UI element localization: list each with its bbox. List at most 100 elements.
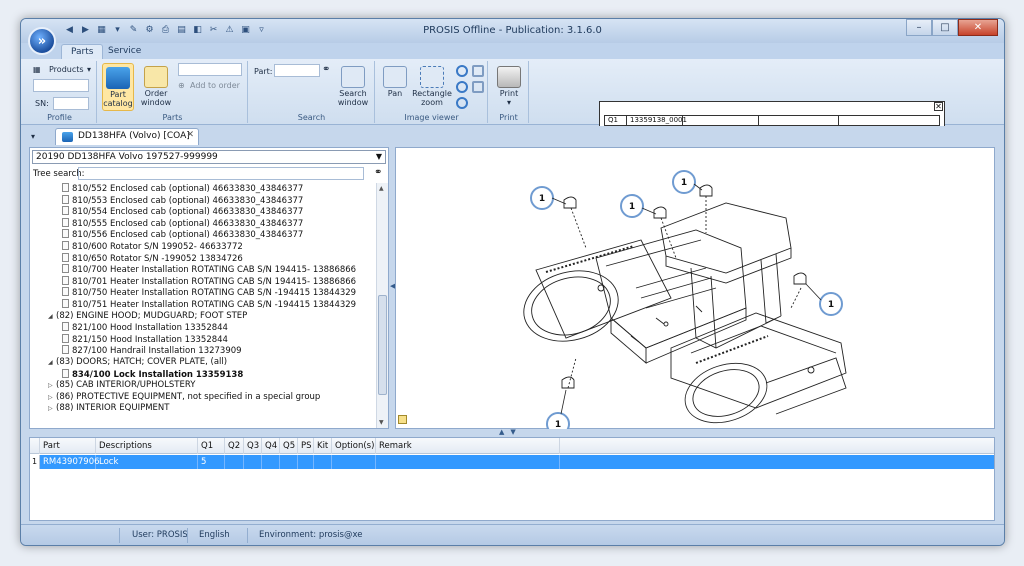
- document-icon: [62, 368, 69, 378]
- tree-item[interactable]: ◢ (82) ENGINE HOOD; MUDGUARD; FOOT STEP: [32, 311, 376, 323]
- tree-item[interactable]: 821/150 Hood Installation 13352844: [32, 333, 376, 346]
- close-icon[interactable]: ✕: [934, 102, 943, 111]
- tab-menu-icon[interactable]: ▾: [31, 132, 35, 141]
- binoculars-icon[interactable]: ⚭: [374, 167, 382, 178]
- col-options[interactable]: Option(s): [332, 438, 376, 454]
- pan-button[interactable]: Pan: [380, 63, 410, 111]
- catalog-tree[interactable]: 810/552 Enclosed cab (optional) 46633830…: [32, 183, 376, 428]
- close-button[interactable]: ✕: [958, 19, 998, 36]
- table-row[interactable]: RM43907906 Lock 5: [30, 455, 994, 469]
- grid-corner: [30, 438, 40, 454]
- order-window-button[interactable]: Order window: [138, 63, 174, 111]
- tab-service[interactable]: Service: [99, 44, 150, 59]
- rectangle-zoom-button[interactable]: Rectangle zoom: [412, 63, 452, 111]
- search-window-button[interactable]: Search window: [335, 63, 371, 111]
- tree-item[interactable]: ▷ (85) CAB INTERIOR/UPHOLSTERY: [32, 380, 376, 392]
- image-viewer-group-label: Image viewer: [404, 113, 459, 122]
- document-icon: [62, 206, 69, 216]
- tree-item[interactable]: 810/554 Enclosed cab (optional) 46633830…: [32, 206, 376, 218]
- scroll-up-icon[interactable]: ▲: [379, 185, 384, 192]
- tree-item[interactable]: 810/650 Rotator S/N -199052 13834726: [32, 252, 376, 265]
- callout-label[interactable]: 1: [539, 194, 545, 204]
- copy-icon[interactable]: [472, 65, 484, 77]
- close-tab-icon[interactable]: ✕: [186, 130, 194, 140]
- callout-label[interactable]: 1: [629, 202, 635, 212]
- cell-options: [332, 455, 376, 469]
- part-catalog-button[interactable]: Part catalog: [102, 63, 134, 111]
- tree-item-label: (88) INTERIOR EQUIPMENT: [56, 403, 170, 414]
- tree-item[interactable]: ▷ (88) INTERIOR EQUIPMENT: [32, 403, 376, 415]
- window-title: PROSIS Offline - Publication: 3.1.6.0: [423, 25, 602, 36]
- add-to-order-button[interactable]: Add to order: [190, 81, 240, 90]
- expanded-icon[interactable]: ◢: [48, 357, 56, 369]
- status-separator: [119, 528, 120, 543]
- tree-item[interactable]: 810/751 Heater Installation ROTATING CAB…: [32, 298, 376, 311]
- maximize-button[interactable]: □: [932, 19, 958, 36]
- product-field[interactable]: [33, 79, 89, 92]
- tree-item[interactable]: 810/750 Heater Installation ROTATING CAB…: [32, 287, 376, 299]
- tree-item[interactable]: 810/555 Enclosed cab (optional) 46633830…: [32, 217, 376, 230]
- col-q2[interactable]: Q2: [225, 438, 244, 454]
- tree-item[interactable]: 810/600 Rotator S/N 199052- 46633772: [32, 240, 376, 253]
- tree-item[interactable]: 827/100 Handrail Installation 13273909: [32, 345, 376, 357]
- products-button[interactable]: Products: [49, 65, 84, 74]
- col-ps[interactable]: PS: [298, 438, 314, 454]
- collapsed-icon[interactable]: ▷: [48, 392, 56, 404]
- cell-remark: [376, 455, 560, 469]
- part-number-row[interactable]: Q1 13359138_0001: [604, 115, 940, 126]
- cell-ps: [298, 455, 314, 469]
- collapsed-icon[interactable]: ▷: [48, 403, 56, 415]
- col-q3[interactable]: Q3: [244, 438, 262, 454]
- expanded-icon[interactable]: ◢: [48, 311, 56, 323]
- part-search-input[interactable]: [274, 64, 320, 77]
- collapse-arrows-icon[interactable]: ▲▼: [499, 428, 522, 436]
- print-button[interactable]: Print ▾: [493, 63, 525, 111]
- print-image-icon[interactable]: [472, 81, 484, 93]
- col-descriptions[interactable]: Descriptions: [96, 438, 198, 454]
- note-icon[interactable]: [398, 415, 407, 424]
- tree-item-label: 810/553 Enclosed cab (optional) 46633830…: [72, 195, 304, 206]
- scroll-thumb[interactable]: [378, 295, 387, 395]
- tree-item[interactable]: 810/552 Enclosed cab (optional) 46633830…: [32, 183, 376, 195]
- document-icon: [62, 298, 69, 308]
- scroll-down-icon[interactable]: ▼: [379, 419, 384, 426]
- order-select[interactable]: [178, 63, 242, 76]
- app-menu-button[interactable]: »: [28, 27, 56, 55]
- tree-item[interactable]: ◢ (83) DOORS; HATCH; COVER PLATE, (all): [32, 357, 376, 369]
- tree-item[interactable]: 810/700 Heater Installation ROTATING CAB…: [32, 264, 376, 276]
- col-part[interactable]: Part: [40, 438, 96, 454]
- tree-item[interactable]: ▷ (86) PROTECTIVE EQUIPMENT, not specifie…: [32, 392, 376, 404]
- chevron-down-icon: ▾: [506, 98, 511, 107]
- col-remark[interactable]: Remark: [376, 438, 560, 454]
- callout-label[interactable]: 1: [828, 300, 834, 310]
- model-select[interactable]: 20190 DD138HFA Volvo 197527-999999 ▼: [32, 150, 386, 164]
- col-q5[interactable]: Q5: [280, 438, 298, 454]
- tab-parts[interactable]: Parts: [61, 44, 104, 59]
- tree-item[interactable]: 821/100 Hood Installation 13352844: [32, 322, 376, 334]
- binoculars-icon[interactable]: ⚭: [322, 64, 330, 75]
- zoom-out-icon[interactable]: [456, 81, 468, 93]
- tree-item[interactable]: 810/553 Enclosed cab (optional) 46633830…: [32, 194, 376, 207]
- order-list-icon: [144, 66, 168, 88]
- zoom-fit-icon[interactable]: [456, 97, 468, 109]
- part-label: Part:: [254, 67, 273, 76]
- profile-group-label: Profile: [47, 113, 72, 122]
- printer-icon: [497, 66, 521, 88]
- collapsed-icon[interactable]: ▷: [48, 380, 56, 392]
- tree-item[interactable]: 810/701 Heater Installation ROTATING CAB…: [32, 275, 376, 288]
- minimize-button[interactable]: –: [906, 19, 932, 36]
- col-q1[interactable]: Q1: [198, 438, 225, 454]
- col-q4[interactable]: Q4: [262, 438, 280, 454]
- zoom-in-icon[interactable]: [456, 65, 468, 77]
- sn-field[interactable]: [53, 97, 89, 110]
- tree-scrollbar[interactable]: ▲ ▼: [376, 183, 388, 428]
- callout-label[interactable]: 1: [681, 178, 687, 188]
- tree-item[interactable]: 834/100 Lock Installation 13359138: [32, 368, 376, 381]
- horizontal-splitter[interactable]: ▲▼: [21, 428, 1004, 437]
- col-kit[interactable]: Kit: [314, 438, 332, 454]
- tree-search-input[interactable]: [78, 167, 364, 180]
- roller-drawing: 1 1 1 1 1: [523, 170, 847, 436]
- exploded-drawing[interactable]: 1 1 1 1 1: [395, 147, 995, 436]
- tree-item[interactable]: 810/556 Enclosed cab (optional) 46633830…: [32, 229, 376, 241]
- tab-dd138hfa[interactable]: DD138HFA (Volvo) [COA] ✕: [55, 128, 199, 145]
